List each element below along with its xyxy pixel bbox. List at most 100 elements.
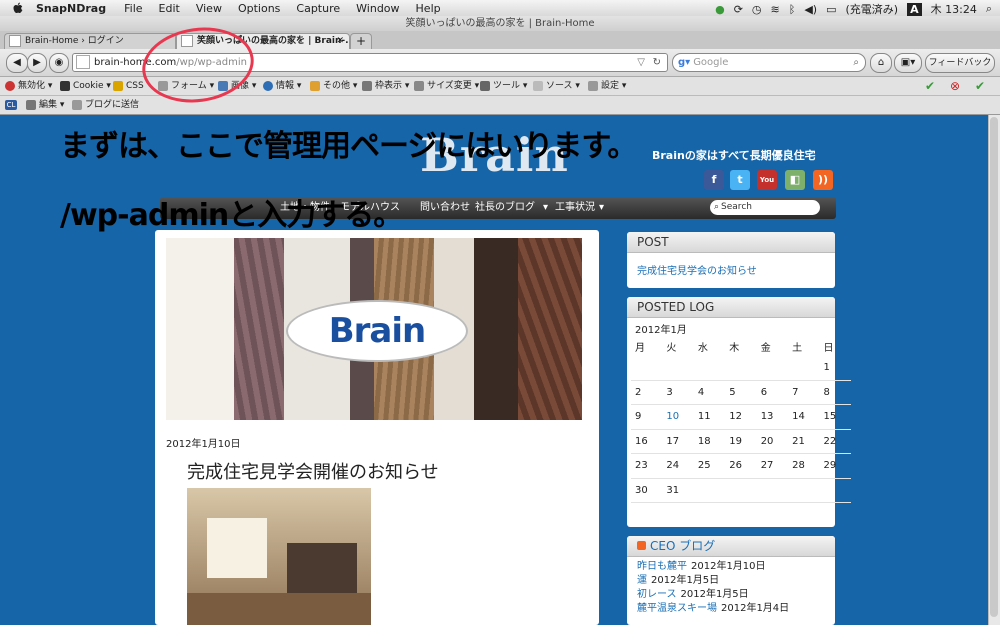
ceo-blog-entry-link[interactable]: 麓平温泉スキー場 bbox=[637, 603, 717, 614]
toolbar-outline[interactable]: 枠表示 ▾ bbox=[362, 77, 409, 95]
calendar-day: 5 bbox=[725, 380, 757, 405]
bookmark-edit[interactable]: 編集 ▾ bbox=[26, 96, 64, 114]
user-badge[interactable]: A bbox=[907, 2, 922, 16]
ceo-blog-entry-link[interactable]: 昨日も麓平 bbox=[637, 561, 687, 572]
toolbar-disable[interactable]: 無効化 ▾ bbox=[5, 77, 52, 95]
site-search-input[interactable]: ⌕ Search bbox=[710, 200, 820, 215]
toolbar-settings[interactable]: 設定 ▾ bbox=[588, 77, 626, 95]
forward-button[interactable]: ▶ bbox=[27, 53, 47, 73]
calendar-weekday: 水 bbox=[697, 342, 708, 354]
nav-dropdown-icon: ▾ bbox=[543, 202, 549, 213]
calendar-day: 12 bbox=[725, 404, 757, 430]
ceo-blog-entry-link[interactable]: 運 bbox=[637, 575, 647, 586]
calendar-day-link[interactable]: 10 bbox=[662, 404, 694, 430]
back-button[interactable]: ◀ bbox=[6, 53, 28, 73]
twitter-icon[interactable]: t bbox=[730, 170, 750, 190]
battery-icon[interactable]: ▭ bbox=[826, 3, 836, 16]
menu-edit[interactable]: Edit bbox=[159, 2, 180, 15]
search-input[interactable]: g▾ Google ⌕ bbox=[672, 53, 866, 72]
identity-button[interactable]: ◉ bbox=[49, 53, 69, 73]
menu-window[interactable]: Window bbox=[356, 2, 399, 15]
post-title[interactable]: 完成住宅見学会開催のお知らせ bbox=[187, 458, 439, 484]
reload-icon[interactable]: ↻ bbox=[653, 54, 661, 71]
post-image[interactable] bbox=[187, 488, 371, 625]
feed-icon[interactable]: ◧ bbox=[785, 170, 805, 190]
spotlight-icon[interactable]: ⌕ bbox=[986, 2, 992, 16]
new-tab-button[interactable]: + bbox=[350, 33, 372, 50]
post-date: 2012年1月10日 bbox=[166, 439, 241, 450]
menu-help[interactable]: Help bbox=[416, 2, 441, 15]
apple-icon[interactable] bbox=[12, 2, 24, 14]
settings-icon bbox=[588, 80, 598, 91]
info-icon bbox=[263, 80, 273, 91]
facebook-icon[interactable]: f bbox=[704, 170, 724, 190]
menu-options[interactable]: Options bbox=[238, 2, 280, 15]
calendar-day: 26 bbox=[725, 453, 757, 479]
close-tab-icon[interactable]: ✕ bbox=[336, 34, 344, 49]
toolbar-resize[interactable]: サイズ変更 ▾ bbox=[414, 77, 479, 95]
calendar: 2012年1月 月火水木金土日 1 2 3 4 5 6 7 8 9 10 11 12 13 14 15 16 1… bbox=[631, 321, 851, 503]
toolbar-tools[interactable]: ツール ▾ bbox=[480, 77, 527, 95]
evernote-icon[interactable]: ● bbox=[715, 3, 725, 16]
menu-capture[interactable]: Capture bbox=[296, 2, 340, 15]
home-button[interactable]: ⌂ bbox=[870, 53, 892, 73]
calendar-weekday: 木 bbox=[729, 342, 740, 354]
bluetooth-icon[interactable]: ᛒ bbox=[789, 3, 796, 16]
misc-icon bbox=[310, 80, 320, 91]
youtube-icon[interactable]: You bbox=[757, 170, 777, 190]
calendar-week: 23 24 25 26 27 28 29 bbox=[631, 453, 851, 479]
rss-icon[interactable] bbox=[637, 541, 646, 550]
calendar-day: 13 bbox=[756, 404, 789, 430]
time-machine-icon[interactable]: ◷ bbox=[752, 3, 762, 16]
tab-login-label: Brain-Home › ログイン bbox=[25, 36, 124, 46]
cl-icon[interactable]: CL bbox=[5, 96, 20, 114]
calendar-day: 31 bbox=[662, 478, 694, 503]
toolbar-misc[interactable]: その他 ▾ bbox=[310, 77, 357, 95]
sync-icon[interactable]: ⟳ bbox=[734, 3, 743, 16]
ceo-blog-entry-link[interactable]: 初レース bbox=[637, 589, 677, 600]
valid-check-icon[interactable]: ✔ bbox=[925, 77, 935, 95]
annotation-line-2: /wp-adminと入力する。 bbox=[60, 198, 403, 233]
toolbar-cookie[interactable]: Cookie ▾ bbox=[60, 77, 111, 95]
error-icon[interactable]: ⊗ bbox=[950, 77, 960, 95]
calendar-weekday: 日 bbox=[823, 342, 834, 354]
dropdown-icon[interactable]: ▽ bbox=[637, 54, 645, 71]
nav-item-ceo-blog[interactable]: 社長のブログ bbox=[475, 197, 535, 219]
ceo-blog-list: 昨日も麓平 2012年1月10日運 2012年1月5日 初レース 2012年1月5日 麓平… bbox=[627, 557, 835, 619]
valid-check-icon-2[interactable]: ✔ bbox=[975, 77, 985, 95]
calendar-day: 14 bbox=[788, 404, 820, 430]
bookmark-button[interactable]: ▣▾ bbox=[894, 53, 922, 73]
calendar-week: 9 10 11 12 13 14 15 bbox=[631, 404, 851, 430]
calendar-day bbox=[788, 478, 820, 503]
rss-icon[interactable]: )) bbox=[813, 170, 833, 190]
volume-icon[interactable]: ◀) bbox=[804, 3, 817, 16]
calendar-table: 月火水木金土日 1 2 3 4 5 6 7 8 9 10 11 12 13 14 15 16 17 18 19 20 2… bbox=[631, 336, 851, 503]
menu-view[interactable]: View bbox=[196, 2, 222, 15]
calendar-weekday: 月 bbox=[635, 342, 645, 354]
wifi-icon[interactable]: ≋ bbox=[771, 3, 780, 16]
nav-dropdown-icon-2: ▾ bbox=[599, 202, 605, 213]
menubar-clock[interactable]: 木 13:24 bbox=[931, 1, 977, 17]
nav-item-construction[interactable]: 工事状況 bbox=[555, 197, 595, 219]
search-icon[interactable]: ⌕ bbox=[853, 54, 859, 71]
calendar-day: 20 bbox=[756, 429, 789, 454]
ceo-blog-entry: 麓平温泉スキー場 2012年1月4日 bbox=[637, 602, 825, 616]
google-icon: g▾ bbox=[678, 57, 691, 68]
post-widget-link[interactable]: 完成住宅見学会のお知らせ bbox=[627, 253, 835, 286]
calendar-day: 16 bbox=[631, 429, 663, 454]
nav-item-contact[interactable]: 問い合わせ bbox=[420, 197, 470, 219]
menu-file[interactable]: File bbox=[124, 2, 142, 15]
source-icon bbox=[533, 80, 543, 91]
calendar-day bbox=[725, 478, 757, 503]
calendar-day bbox=[725, 356, 757, 381]
feedback-button[interactable]: フィードバック bbox=[925, 53, 995, 73]
toolbar-info[interactable]: 情報 ▾ bbox=[263, 77, 301, 95]
toolbar-source[interactable]: ソース ▾ bbox=[533, 77, 580, 95]
calendar-day: 8 bbox=[819, 380, 851, 405]
menubar-app-name[interactable]: SnapNDrag bbox=[36, 2, 106, 15]
scrollbar-thumb[interactable] bbox=[990, 117, 998, 617]
bookmark-send-blog[interactable]: ブログに送信 bbox=[72, 96, 139, 114]
calendar-day: 29 bbox=[819, 453, 851, 479]
menubar-status-area: ● ⟳ ◷ ≋ ᛒ ◀) ▭ (充電済み) A 木 13:24 ⌕ bbox=[715, 1, 992, 17]
toolbar-css[interactable]: CSS bbox=[113, 77, 144, 95]
